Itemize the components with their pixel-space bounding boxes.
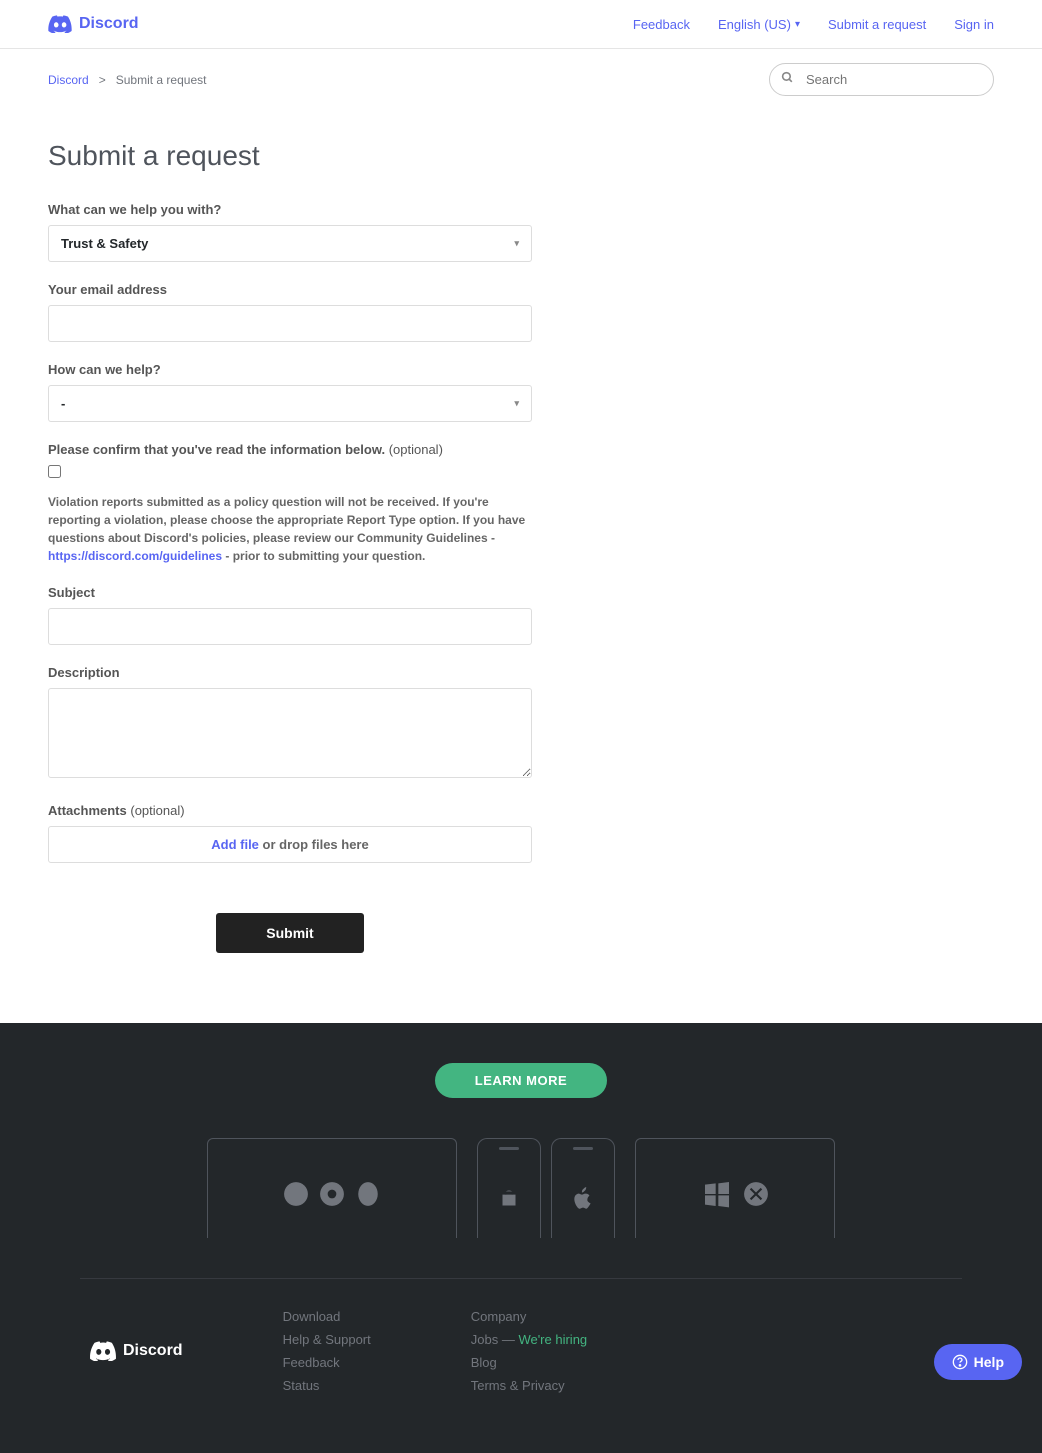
confirm-info-post: - prior to submitting your question.	[222, 549, 425, 563]
footer-hiring-text: We're hiring	[518, 1332, 587, 1347]
breadcrumb-sep	[92, 73, 99, 87]
firefox-icon	[283, 1181, 309, 1207]
textarea-description[interactable]	[48, 688, 532, 778]
nav-language[interactable]: English (US) ▾	[718, 17, 800, 32]
breadcrumb-root[interactable]: Discord	[48, 73, 89, 87]
label-email: Your email address	[48, 282, 532, 297]
breadcrumb: Discord > Submit a request	[48, 73, 206, 87]
label-subject: Subject	[48, 585, 532, 600]
link-add-file[interactable]: Add file	[211, 837, 259, 852]
label-description: Description	[48, 665, 532, 680]
breadcrumb-sep2	[109, 73, 116, 87]
nav-signin[interactable]: Sign in	[954, 17, 994, 32]
field-how-help: How can we help? - ▾	[48, 362, 532, 422]
caret-icon: ▾	[514, 238, 519, 249]
label-how-help: How can we help?	[48, 362, 532, 377]
footer-link-status[interactable]: Status	[283, 1378, 371, 1393]
device-apple	[551, 1138, 615, 1238]
confirm-info-pre: Violation reports submitted as a policy …	[48, 495, 525, 545]
footer-col-1: Download Help & Support Feedback Status	[283, 1309, 371, 1393]
chrome-icon	[319, 1181, 345, 1207]
label-attachments: Attachments (optional)	[48, 803, 532, 818]
device-browser	[207, 1138, 457, 1238]
search-input[interactable]	[769, 63, 994, 96]
discord-icon	[48, 15, 72, 33]
apple-icon	[570, 1186, 596, 1212]
field-confirm: Please confirm that you've read the info…	[48, 442, 532, 565]
opera-icon	[355, 1181, 381, 1207]
footer-col-2: Company Jobs — We're hiring Blog Terms &…	[471, 1309, 587, 1393]
select-help-with[interactable]: Trust & Safety ▾	[48, 225, 532, 262]
select-how-help[interactable]: - ▾	[48, 385, 532, 422]
nav-submit-request[interactable]: Submit a request	[828, 17, 926, 32]
nav-language-label: English (US)	[718, 17, 791, 32]
field-attachments: Attachments (optional) Add file or drop …	[48, 803, 532, 863]
sub-header: Discord > Submit a request	[0, 49, 1042, 110]
search-icon	[781, 71, 794, 89]
label-confirm-text: Please confirm that you've read the info…	[48, 442, 385, 457]
device-mobile-group	[477, 1138, 615, 1238]
label-help-with: What can we help you with?	[48, 202, 532, 217]
label-attachments-text: Attachments	[48, 803, 127, 818]
device-showcase	[80, 1138, 962, 1279]
footer-link-blog[interactable]: Blog	[471, 1355, 587, 1370]
footer-brand-text: Discord	[123, 1342, 183, 1360]
footer-link-help[interactable]: Help & Support	[283, 1332, 371, 1347]
nav-feedback[interactable]: Feedback	[633, 17, 690, 32]
submit-button[interactable]: Submit	[216, 913, 363, 953]
footer-link-feedback[interactable]: Feedback	[283, 1355, 371, 1370]
submit-row: Submit	[48, 913, 532, 953]
discord-icon	[90, 1341, 116, 1361]
label-confirm: Please confirm that you've read the info…	[48, 442, 532, 457]
field-email: Your email address	[48, 282, 532, 342]
footer: LEARN MORE Discord Download Help &	[0, 1023, 1042, 1453]
label-attachments-optional: (optional)	[130, 803, 184, 818]
footer-link-jobs[interactable]: Jobs — We're hiring	[471, 1332, 587, 1347]
caret-icon: ▾	[514, 398, 519, 409]
page-title: Submit a request	[48, 140, 532, 172]
input-subject[interactable]	[48, 608, 532, 645]
field-subject: Subject	[48, 585, 532, 645]
footer-logo[interactable]: Discord	[90, 1309, 183, 1393]
footer-link-terms[interactable]: Terms & Privacy	[471, 1378, 587, 1393]
dropzone-text: or drop files here	[259, 837, 369, 852]
input-email[interactable]	[48, 305, 532, 342]
checkbox-confirm-wrap	[48, 465, 532, 483]
learn-more-wrap: LEARN MORE	[0, 1063, 1042, 1098]
confirm-info-link[interactable]: https://discord.com/guidelines	[48, 549, 222, 563]
search-wrap	[769, 63, 994, 96]
learn-more-button[interactable]: LEARN MORE	[435, 1063, 607, 1098]
main-content: Submit a request What can we help you wi…	[0, 110, 580, 1023]
footer-jobs-text: Jobs —	[471, 1332, 519, 1347]
confirm-info: Violation reports submitted as a policy …	[48, 493, 532, 565]
help-widget[interactable]: Help	[934, 1344, 1022, 1380]
select-help-with-value: Trust & Safety	[61, 236, 148, 251]
chevron-down-icon: ▾	[795, 19, 800, 30]
brand-logo[interactable]: Discord	[48, 15, 139, 33]
field-help-with: What can we help you with? Trust & Safet…	[48, 202, 532, 262]
header: Discord Feedback English (US) ▾ Submit a…	[0, 0, 1042, 49]
help-widget-label: Help	[974, 1354, 1004, 1370]
footer-link-company[interactable]: Company	[471, 1309, 587, 1324]
device-desktop	[635, 1138, 835, 1238]
field-description: Description	[48, 665, 532, 783]
windows-icon	[701, 1178, 733, 1210]
footer-link-download[interactable]: Download	[283, 1309, 371, 1324]
dropzone-attachments[interactable]: Add file or drop files here	[48, 826, 532, 863]
macos-icon	[743, 1181, 769, 1207]
label-confirm-optional: (optional)	[389, 442, 443, 457]
checkbox-confirm[interactable]	[48, 465, 61, 478]
android-icon	[496, 1186, 522, 1212]
footer-columns: Discord Download Help & Support Feedback…	[0, 1309, 1042, 1393]
brand-text: Discord	[79, 15, 139, 33]
select-how-help-value: -	[61, 396, 65, 411]
device-android	[477, 1138, 541, 1238]
header-nav: Feedback English (US) ▾ Submit a request…	[633, 17, 994, 32]
breadcrumb-current: Submit a request	[116, 73, 207, 87]
breadcrumb-sep-char: >	[99, 73, 106, 87]
help-icon	[952, 1354, 968, 1370]
